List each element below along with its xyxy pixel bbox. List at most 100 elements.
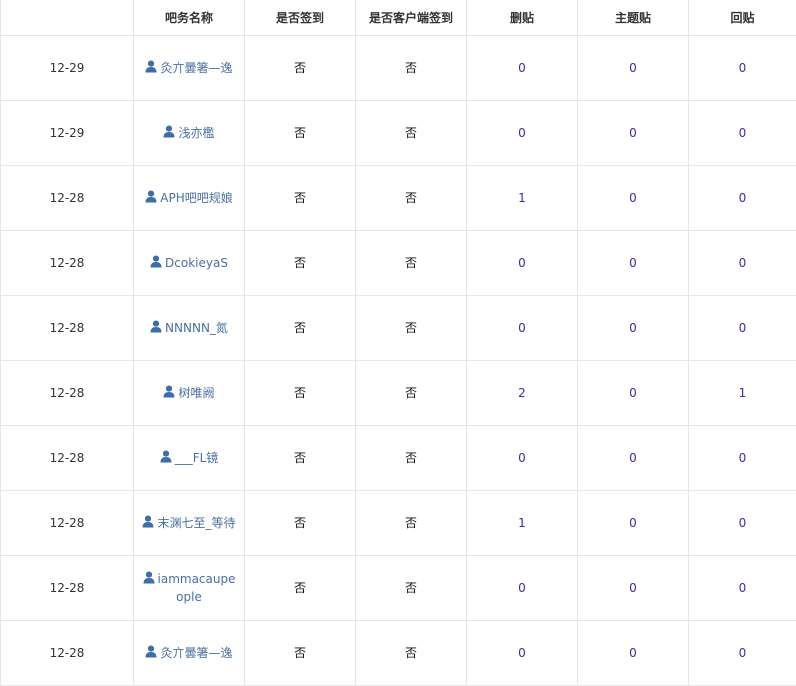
row-thread-posts: 0 — [578, 100, 689, 165]
table-header: 吧务名称 是否签到 是否客户端签到 删贴 主题贴 回贴 — [1, 0, 796, 35]
row-signed-in: 否 — [245, 360, 356, 425]
moderator-entry[interactable]: DcokieyaS — [150, 254, 228, 272]
table-row: 12-28末渊七至_等待否否100 — [1, 490, 796, 555]
row-moderator: ___FL镜 — [134, 425, 245, 490]
row-reply-posts: 0 — [689, 620, 796, 685]
row-moderator: iammacaupeople — [134, 555, 245, 620]
row-signed-in: 否 — [245, 35, 356, 100]
moderator-entry[interactable]: 浅亦檻 — [163, 124, 214, 142]
row-date: 12-28 — [1, 165, 134, 230]
row-moderator: APH吧吧规娘 — [134, 165, 245, 230]
moderator-name-link[interactable]: 灸亣曇箸—逸 — [160, 646, 232, 660]
row-thread-posts: 0 — [578, 35, 689, 100]
row-signed-in: 否 — [245, 165, 356, 230]
row-client-signed-in: 否 — [356, 425, 467, 490]
moderator-name-link[interactable]: NNNNN_氮 — [165, 321, 228, 335]
moderator-name-link[interactable]: 树唯阙 — [178, 386, 214, 400]
row-signed-in: 否 — [245, 230, 356, 295]
row-thread-posts: 0 — [578, 360, 689, 425]
moderator-entry[interactable]: NNNNN_氮 — [150, 319, 228, 337]
table-row: 12-28NNNNN_氮否否000 — [1, 295, 796, 360]
row-moderator: 末渊七至_等待 — [134, 490, 245, 555]
row-moderator: 灸亣曇箸—逸 — [134, 620, 245, 685]
row-date: 12-28 — [1, 555, 134, 620]
header-signed-in: 是否签到 — [245, 0, 356, 35]
row-reply-posts: 0 — [689, 230, 796, 295]
row-client-signed-in: 否 — [356, 490, 467, 555]
row-moderator: DcokieyaS — [134, 230, 245, 295]
moderator-name-link[interactable]: 灸亣曇箸—逸 — [160, 61, 232, 75]
row-date: 12-29 — [1, 100, 134, 165]
row-signed-in: 否 — [245, 490, 356, 555]
moderator-name-link[interactable]: DcokieyaS — [165, 256, 228, 270]
row-reply-posts: 0 — [689, 35, 796, 100]
moderator-entry[interactable]: 灸亣曇箸—逸 — [145, 644, 232, 662]
moderator-entry[interactable]: 灸亣曇箸—逸 — [145, 59, 232, 77]
table-row: 12-29浅亦檻否否000 — [1, 100, 796, 165]
moderator-entry[interactable]: iammacaupeople — [139, 570, 239, 606]
row-thread-posts: 0 — [578, 165, 689, 230]
row-reply-posts: 0 — [689, 295, 796, 360]
moderator-name-link[interactable]: 浅亦檻 — [178, 126, 214, 140]
user-icon — [163, 125, 175, 138]
row-date: 12-28 — [1, 295, 134, 360]
row-deleted-posts: 0 — [467, 425, 578, 490]
row-date: 12-29 — [1, 35, 134, 100]
row-deleted-posts: 0 — [467, 100, 578, 165]
moderator-entry[interactable]: 树唯阙 — [163, 384, 214, 402]
row-date: 12-28 — [1, 425, 134, 490]
row-date: 12-28 — [1, 620, 134, 685]
header-client-signed-in: 是否客户端签到 — [356, 0, 467, 35]
row-moderator: 浅亦檻 — [134, 100, 245, 165]
header-date — [1, 0, 134, 35]
moderator-name-link[interactable]: iammacaupeople — [158, 572, 236, 604]
moderator-name-link[interactable]: ___FL镜 — [175, 451, 219, 465]
user-icon — [150, 320, 162, 333]
row-reply-posts: 0 — [689, 490, 796, 555]
row-deleted-posts: 0 — [467, 295, 578, 360]
row-reply-posts: 0 — [689, 165, 796, 230]
user-icon — [163, 385, 175, 398]
row-date: 12-28 — [1, 230, 134, 295]
row-signed-in: 否 — [245, 620, 356, 685]
row-client-signed-in: 否 — [356, 555, 467, 620]
row-deleted-posts: 0 — [467, 35, 578, 100]
user-icon — [142, 515, 154, 528]
row-thread-posts: 0 — [578, 620, 689, 685]
row-reply-posts: 0 — [689, 555, 796, 620]
row-date: 12-28 — [1, 490, 134, 555]
user-icon — [160, 450, 172, 463]
row-date: 12-28 — [1, 360, 134, 425]
table-row: 12-28___FL镜否否000 — [1, 425, 796, 490]
row-reply-posts: 0 — [689, 425, 796, 490]
table-row: 12-28iammacaupeople否否000 — [1, 555, 796, 620]
moderator-name-link[interactable]: APH吧吧规娘 — [160, 191, 232, 205]
moderator-entry[interactable]: 末渊七至_等待 — [142, 514, 235, 532]
table-row: 12-28DcokieyaS否否000 — [1, 230, 796, 295]
user-icon — [145, 645, 157, 658]
moderator-stats-table: 吧务名称 是否签到 是否客户端签到 删贴 主题贴 回贴 12-29灸亣曇箸—逸否… — [0, 0, 796, 686]
header-reply-posts: 回贴 — [689, 0, 796, 35]
header-moderator-name: 吧务名称 — [134, 0, 245, 35]
table-row: 12-28灸亣曇箸—逸否否000 — [1, 620, 796, 685]
row-thread-posts: 0 — [578, 425, 689, 490]
moderator-name-link[interactable]: 末渊七至_等待 — [157, 516, 235, 530]
table-row: 12-28树唯阙否否201 — [1, 360, 796, 425]
row-client-signed-in: 否 — [356, 295, 467, 360]
header-row: 吧务名称 是否签到 是否客户端签到 删贴 主题贴 回贴 — [1, 0, 796, 35]
moderator-entry[interactable]: APH吧吧规娘 — [145, 189, 232, 207]
row-client-signed-in: 否 — [356, 165, 467, 230]
row-signed-in: 否 — [245, 100, 356, 165]
header-thread-posts: 主题贴 — [578, 0, 689, 35]
moderator-entry[interactable]: ___FL镜 — [160, 449, 219, 467]
row-moderator: 灸亣曇箸—逸 — [134, 35, 245, 100]
user-icon — [143, 571, 155, 584]
user-icon — [145, 60, 157, 73]
row-reply-posts: 0 — [689, 100, 796, 165]
row-client-signed-in: 否 — [356, 360, 467, 425]
row-signed-in: 否 — [245, 295, 356, 360]
user-icon — [145, 190, 157, 203]
header-deleted-posts: 删贴 — [467, 0, 578, 35]
row-deleted-posts: 0 — [467, 230, 578, 295]
row-moderator: 树唯阙 — [134, 360, 245, 425]
